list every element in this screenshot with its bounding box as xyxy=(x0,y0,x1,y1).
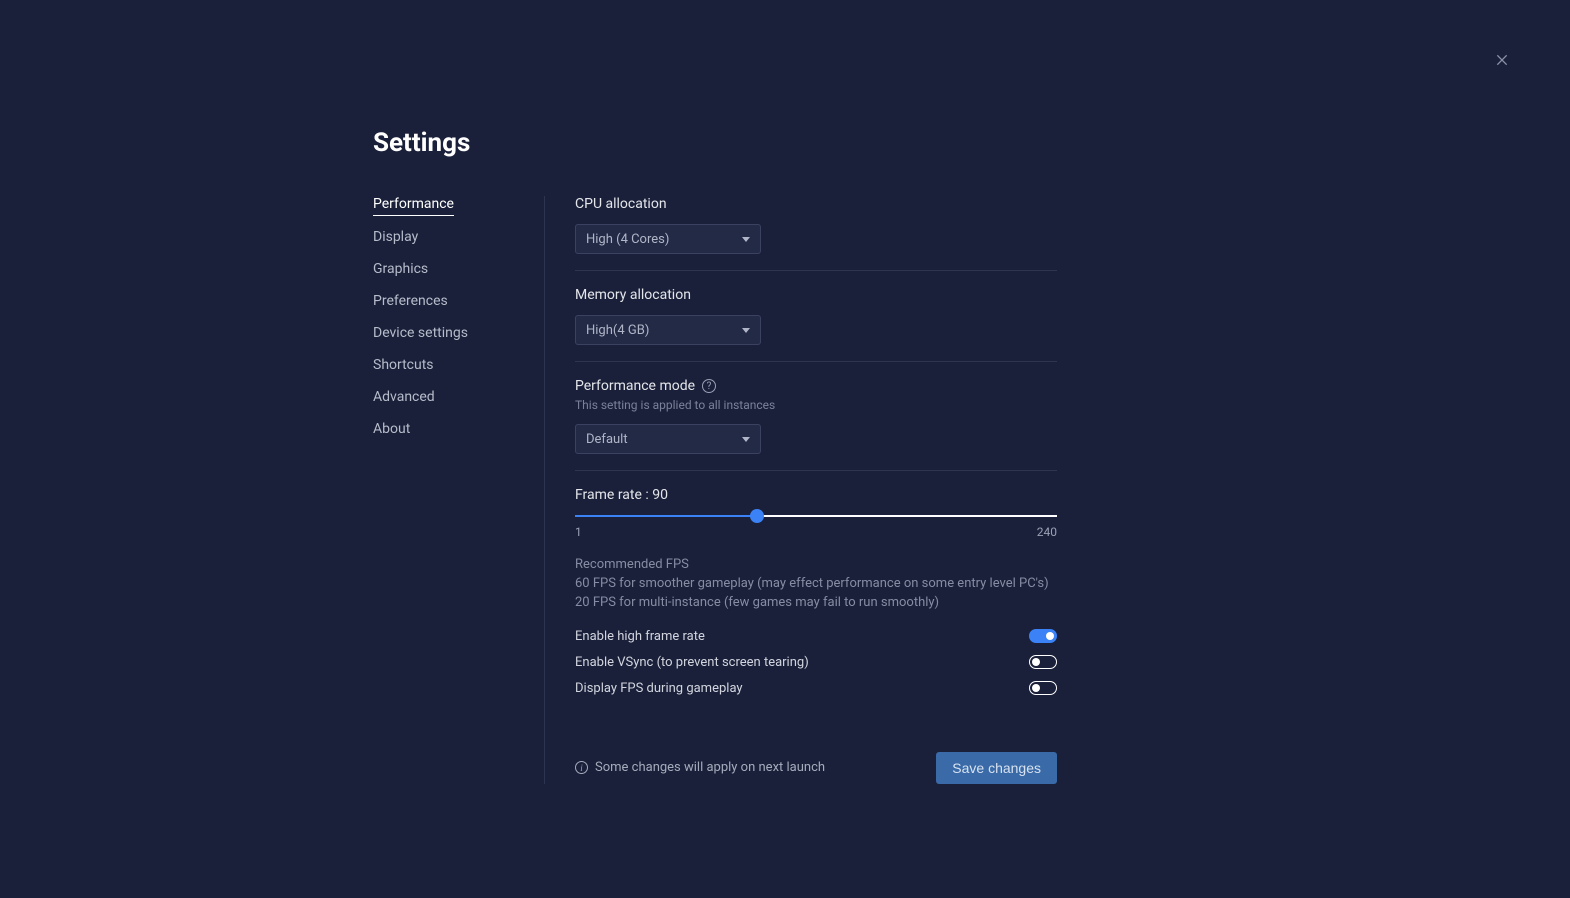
footer-note: i Some changes will apply on next launch xyxy=(575,760,825,775)
slider-thumb[interactable] xyxy=(750,509,764,523)
toggle-label-vsync: Enable VSync (to prevent screen tearing) xyxy=(575,655,809,670)
perfmode-select[interactable]: Default xyxy=(575,424,761,454)
cpu-label: CPU allocation xyxy=(575,196,1057,212)
toggle-high-fps[interactable] xyxy=(1029,629,1057,643)
chevron-down-icon xyxy=(742,328,750,333)
perfmode-select-value: Default xyxy=(586,432,628,447)
framerate-label: Frame rate : 90 xyxy=(575,487,1057,503)
perfmode-section: Performance mode ? This setting is appli… xyxy=(575,378,1057,471)
perfmode-sublabel: This setting is applied to all instances xyxy=(575,398,1057,412)
sidebar-item-shortcuts[interactable]: Shortcuts xyxy=(373,357,434,376)
memory-select[interactable]: High(4 GB) xyxy=(575,315,761,345)
save-changes-button[interactable]: Save changes xyxy=(936,752,1057,784)
close-icon xyxy=(1494,52,1510,68)
toggle-row-vsync: Enable VSync (to prevent screen tearing) xyxy=(575,655,1057,670)
cpu-select[interactable]: High (4 Cores) xyxy=(575,224,761,254)
sidebar-item-display[interactable]: Display xyxy=(373,229,418,248)
framerate-section: Frame rate : 90 1 240 Recommended FPS 60… xyxy=(575,487,1057,712)
framerate-min: 1 xyxy=(575,525,582,539)
sidebar-item-device-settings[interactable]: Device settings xyxy=(373,325,468,344)
recommended-fps-title: Recommended FPS xyxy=(575,557,1057,572)
help-icon[interactable]: ? xyxy=(702,379,716,393)
sidebar-item-graphics[interactable]: Graphics xyxy=(373,261,428,280)
toggle-vsync[interactable] xyxy=(1029,655,1057,669)
memory-section: Memory allocation High(4 GB) xyxy=(575,287,1057,362)
info-icon: i xyxy=(575,761,588,774)
toggle-row-show-fps: Display FPS during gameplay xyxy=(575,681,1057,696)
toggle-label-high-fps: Enable high frame rate xyxy=(575,629,705,644)
settings-content: CPU allocation High (4 Cores) Memory all… xyxy=(545,196,1057,784)
page-title: Settings xyxy=(373,128,1570,158)
toggle-show-fps[interactable] xyxy=(1029,681,1057,695)
chevron-down-icon xyxy=(742,237,750,242)
chevron-down-icon xyxy=(742,437,750,442)
sidebar-item-advanced[interactable]: Advanced xyxy=(373,389,435,408)
footer-note-text: Some changes will apply on next launch xyxy=(595,760,825,775)
close-button[interactable] xyxy=(1492,50,1512,70)
framerate-slider[interactable]: 1 240 xyxy=(575,515,1057,539)
sidebar-item-about[interactable]: About xyxy=(373,421,410,440)
sidebar-item-performance[interactable]: Performance xyxy=(373,196,454,216)
footer: i Some changes will apply on next launch… xyxy=(575,752,1057,784)
toggle-row-high-fps: Enable high frame rate xyxy=(575,629,1057,644)
perfmode-label-text: Performance mode xyxy=(575,378,695,394)
memory-label: Memory allocation xyxy=(575,287,1057,303)
settings-sidebar: Performance Display Graphics Preferences… xyxy=(373,196,545,784)
cpu-section: CPU allocation High (4 Cores) xyxy=(575,196,1057,271)
perfmode-label: Performance mode ? xyxy=(575,378,1057,394)
recommended-fps-body: 60 FPS for smoother gameplay (may effect… xyxy=(575,575,1057,613)
cpu-select-value: High (4 Cores) xyxy=(586,232,669,247)
memory-select-value: High(4 GB) xyxy=(586,323,649,338)
framerate-max: 240 xyxy=(1037,525,1057,539)
toggle-label-show-fps: Display FPS during gameplay xyxy=(575,681,743,696)
sidebar-item-preferences[interactable]: Preferences xyxy=(373,293,448,312)
